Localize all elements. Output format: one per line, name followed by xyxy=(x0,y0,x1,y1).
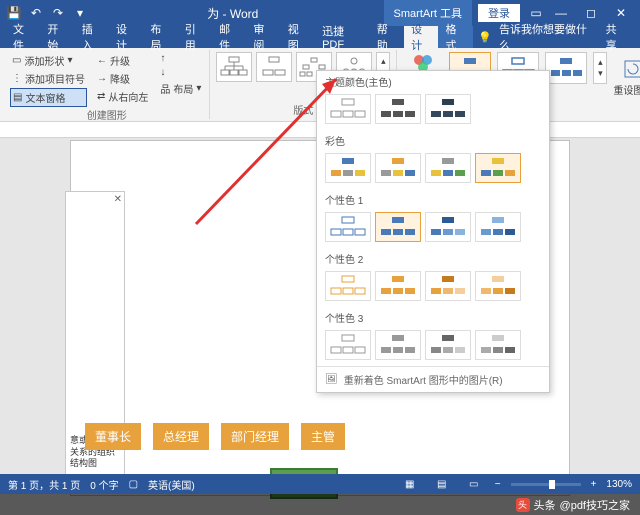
color-swatch[interactable] xyxy=(475,330,521,360)
ribbon-group-create: ▭ 添加形状 ▾ ⋮ 添加项目符号 ▤ 文本窗格 ← 升级 → 降级 ⇄ 从右向… xyxy=(4,50,210,119)
tab-file[interactable]: 文件 xyxy=(6,26,40,48)
zoom-out-icon[interactable]: − xyxy=(495,479,501,490)
add-shape-button[interactable]: ▭ 添加形状 ▾ xyxy=(10,52,87,69)
change-colors-gallery: 主题颜色(主色) 彩色 个性色 1 个性色 2 个性色 3 🖼 重新着色 Sma… xyxy=(316,70,550,393)
color-swatch[interactable] xyxy=(475,212,521,242)
close-icon[interactable]: ✕ xyxy=(606,3,636,23)
demote-button[interactable]: → 降级 xyxy=(95,70,150,87)
pane-close-icon[interactable]: ✕ xyxy=(114,194,122,205)
smartart-box-4[interactable]: 主管 xyxy=(301,423,345,450)
maximize-icon[interactable]: ◻ xyxy=(576,3,606,23)
color-swatch[interactable] xyxy=(375,330,421,360)
color-swatch[interactable] xyxy=(325,271,371,301)
tab-layout[interactable]: 布局 xyxy=(143,26,177,48)
gallery-section-accent1: 个性色 1 xyxy=(317,189,549,210)
status-bar: 第 1 页，共 1 页 0 个字 ▢ 英语(美国) ▦ ▤ ▭ − + 130% xyxy=(0,474,640,494)
color-swatch[interactable] xyxy=(325,212,371,242)
color-swatch[interactable] xyxy=(475,271,521,301)
color-swatch[interactable] xyxy=(425,153,471,183)
watermark-handle: @pdf技巧之家 xyxy=(560,497,630,513)
gallery-recolor-option[interactable]: 🖼 重新着色 SmartArt 图形中的图片(R) xyxy=(317,366,549,392)
color-swatch-hover[interactable] xyxy=(475,153,521,183)
view-web-icon[interactable]: ▭ xyxy=(463,479,485,490)
layout-thumb-2[interactable] xyxy=(256,52,292,82)
view-print-icon[interactable]: ▤ xyxy=(431,479,453,490)
zoom-in-icon[interactable]: + xyxy=(591,479,597,490)
document-title: 为 - Word xyxy=(90,5,376,22)
color-swatch[interactable] xyxy=(325,94,371,124)
undo-icon[interactable]: ↶ xyxy=(26,3,46,23)
color-swatch-hover[interactable] xyxy=(375,212,421,242)
rtl-button[interactable]: ⇄ 从右向左 xyxy=(95,88,150,105)
layout-thumb-1[interactable] xyxy=(216,52,252,82)
ribbon-options-icon[interactable]: ▭ xyxy=(526,3,546,23)
color-swatch[interactable] xyxy=(375,153,421,183)
reset-graphic-button[interactable]: 重设图形 xyxy=(613,52,640,102)
tab-review[interactable]: 审阅 xyxy=(246,26,280,48)
tab-mailings[interactable]: 邮件 xyxy=(212,26,246,48)
color-swatch[interactable] xyxy=(375,94,421,124)
toutiao-logo-icon: 头 xyxy=(516,498,530,512)
group-label-create: 创建图形 xyxy=(10,107,203,122)
tab-insert[interactable]: 插入 xyxy=(75,26,109,48)
minimize-icon[interactable]: — xyxy=(546,3,576,23)
ribbon-tabs: 文件 开始 插入 设计 布局 引用 邮件 审阅 视图 迅捷PDF 帮助 设计 格… xyxy=(0,26,640,48)
color-swatch[interactable] xyxy=(325,153,371,183)
status-page[interactable]: 第 1 页，共 1 页 xyxy=(8,477,80,492)
login-button[interactable]: 登录 xyxy=(478,4,520,22)
tab-view[interactable]: 视图 xyxy=(281,26,315,48)
color-swatch[interactable] xyxy=(425,330,471,360)
smartart-box-3[interactable]: 部门经理 xyxy=(221,423,289,450)
tab-home[interactable]: 开始 xyxy=(40,26,74,48)
gallery-section-theme: 主题颜色(主色) xyxy=(317,71,549,92)
add-bullet-button[interactable]: ⋮ 添加项目符号 xyxy=(10,70,87,87)
share-button[interactable]: 共享 xyxy=(598,21,634,53)
gallery-section-accent3: 个性色 3 xyxy=(317,307,549,328)
smartart-box-1[interactable]: 董事长 xyxy=(85,423,141,450)
tell-me-icon: 💡 xyxy=(478,31,492,44)
tab-smartart-design[interactable]: 设计 xyxy=(404,26,438,48)
text-pane-button[interactable]: ▤ 文本窗格 xyxy=(10,88,87,107)
layout-button[interactable]: 品 布局 ▾ xyxy=(158,80,203,97)
color-swatch[interactable] xyxy=(425,212,471,242)
watermark-bar: 头 头条 @pdf技巧之家 xyxy=(0,494,640,515)
save-icon[interactable]: 💾 xyxy=(4,3,24,23)
gallery-section-accent2: 个性色 2 xyxy=(317,248,549,269)
view-read-icon[interactable]: ▦ xyxy=(399,479,421,490)
color-swatch[interactable] xyxy=(325,330,371,360)
color-swatch[interactable] xyxy=(425,271,471,301)
redo-icon[interactable]: ↷ xyxy=(48,3,68,23)
tab-help[interactable]: 帮助 xyxy=(370,26,404,48)
status-language[interactable]: 英语(美国) xyxy=(148,477,195,492)
move-up-button[interactable]: ↑ xyxy=(158,52,203,65)
tab-references[interactable]: 引用 xyxy=(178,26,212,48)
style-thumb-3[interactable] xyxy=(545,52,587,84)
tab-smartart-format[interactable]: 格式 xyxy=(438,26,472,48)
gallery-section-colorful: 彩色 xyxy=(317,130,549,151)
status-words[interactable]: 0 个字 xyxy=(90,477,118,492)
smartart-row: 董事长 总经理 部门经理 主管 xyxy=(85,423,345,450)
zoom-slider[interactable] xyxy=(511,483,581,486)
promote-button[interactable]: ← 升级 xyxy=(95,52,150,69)
tell-me-input[interactable]: 告诉我你想要做什么 xyxy=(492,26,598,48)
smartart-box-2[interactable]: 总经理 xyxy=(153,423,209,450)
tab-pdf[interactable]: 迅捷PDF xyxy=(315,26,370,48)
image-icon: 🖼 xyxy=(325,374,338,385)
status-lang-icon: ▢ xyxy=(129,479,138,490)
zoom-level[interactable]: 130% xyxy=(606,479,632,490)
style-gallery-more[interactable]: ▴▾ xyxy=(593,52,607,84)
tab-design[interactable]: 设计 xyxy=(109,26,143,48)
qat-more-icon[interactable]: ▾ xyxy=(70,3,90,23)
watermark-prefix: 头条 xyxy=(534,497,556,513)
move-down-button[interactable]: ↓ xyxy=(158,66,203,79)
color-swatch[interactable] xyxy=(375,271,421,301)
color-swatch[interactable] xyxy=(425,94,471,124)
